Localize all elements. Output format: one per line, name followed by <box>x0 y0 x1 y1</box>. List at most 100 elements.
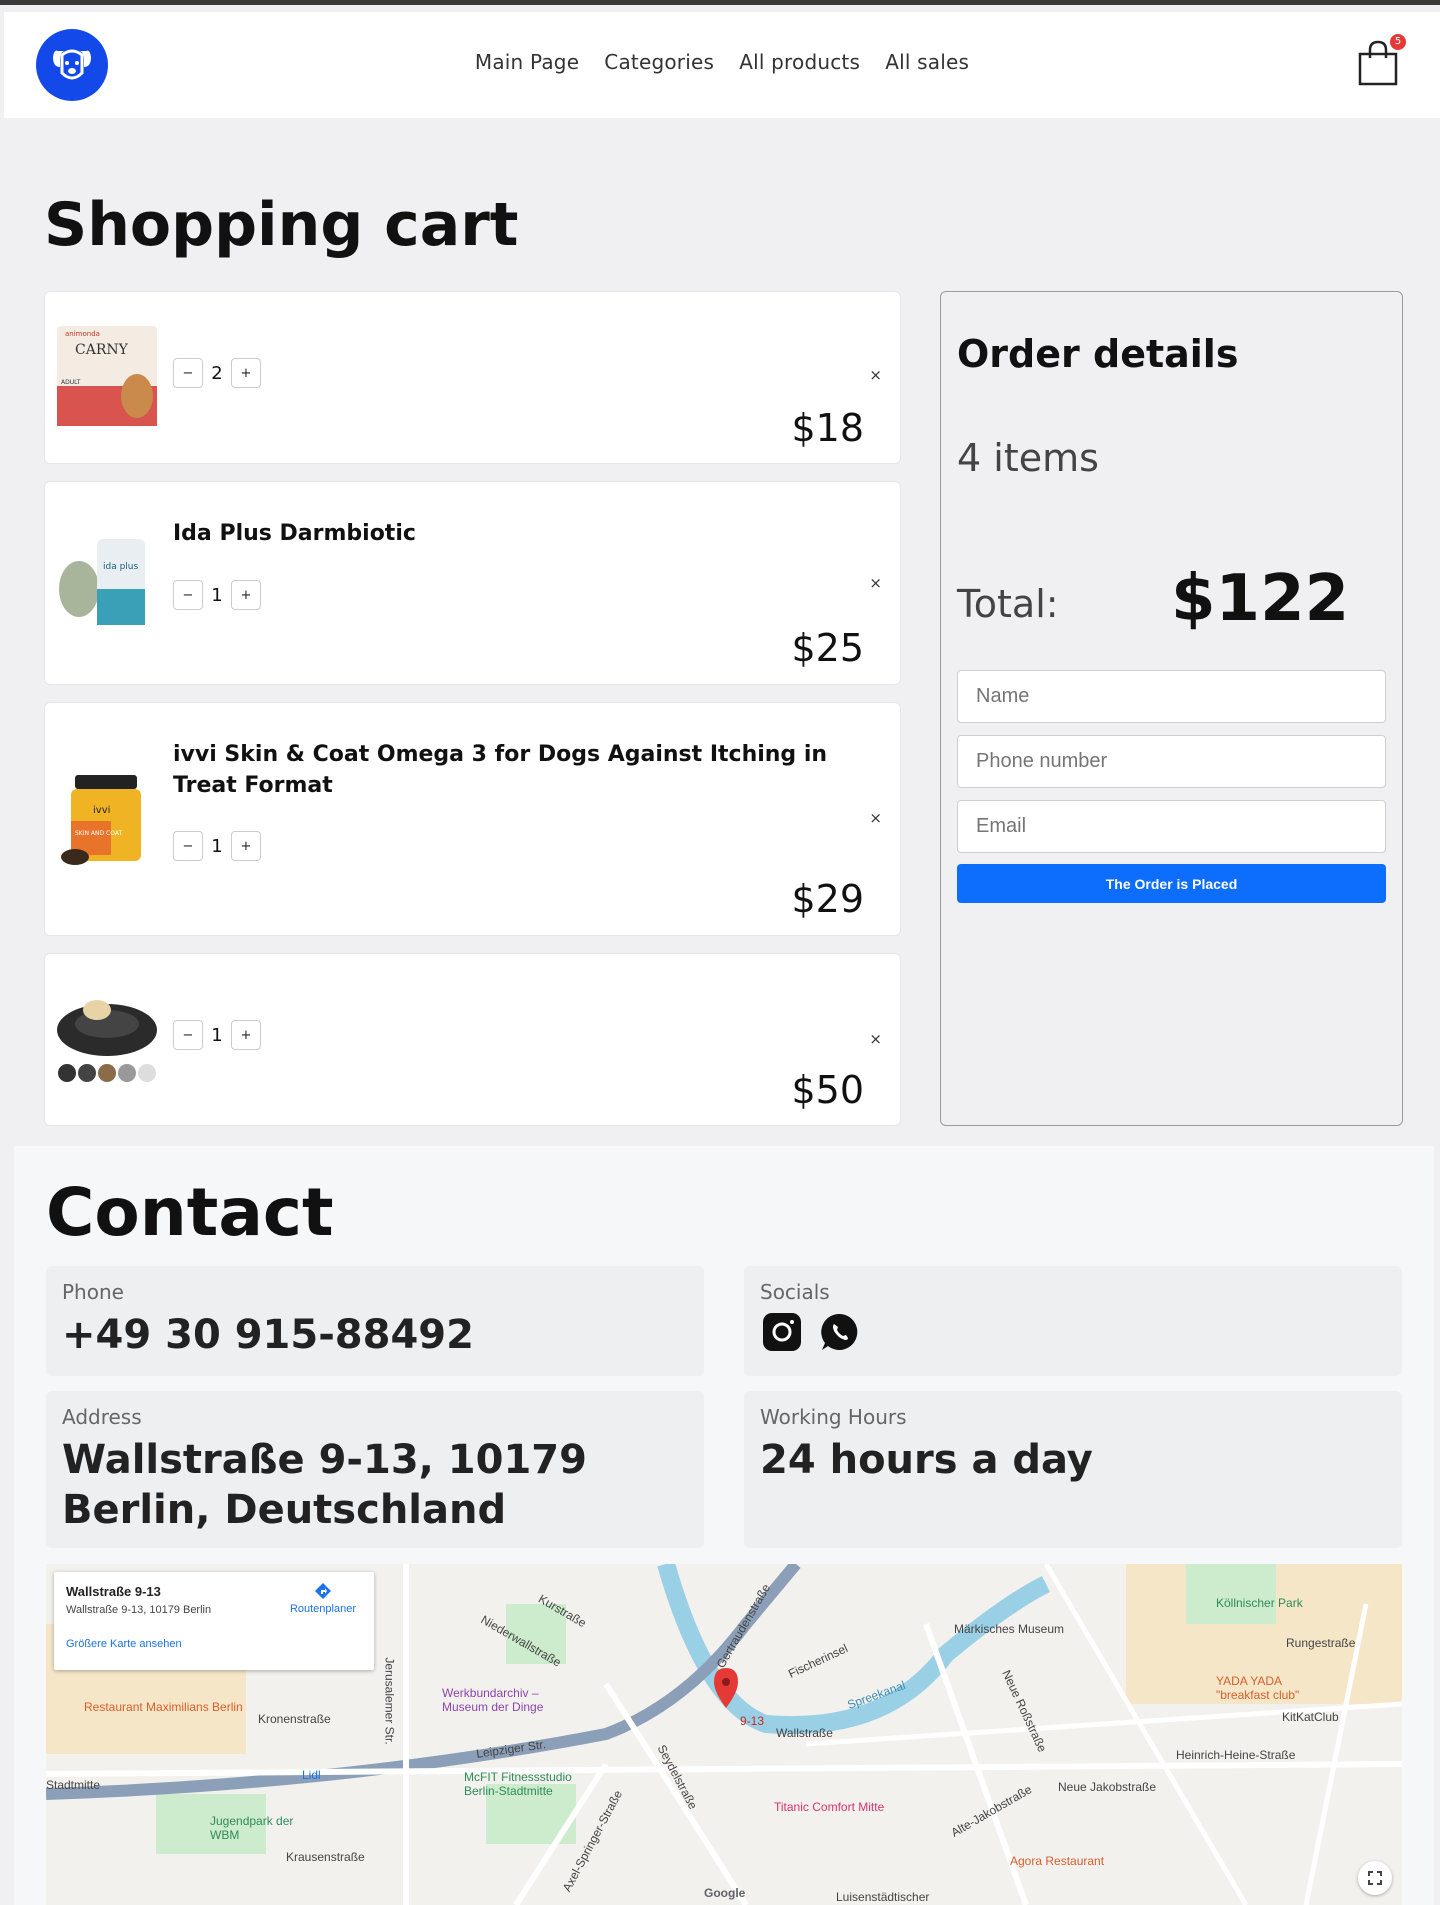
thumb-label: SKIN AND COAT <box>75 830 122 837</box>
google-logo: Google <box>704 1886 746 1900</box>
whatsapp-icon[interactable] <box>820 1312 860 1356</box>
email-input[interactable] <box>957 800 1386 853</box>
map-street-label: Heinrich-Heine-Straße <box>1176 1748 1296 1762</box>
social-icons <box>762 1312 860 1356</box>
place-order-button[interactable]: The Order is Placed <box>957 864 1386 903</box>
contact-section: Contact Phone +49 30 915-88492 Socials A… <box>14 1146 1434 1905</box>
map-pin-label: 9-13 <box>740 1714 765 1728</box>
instagram-icon[interactable] <box>762 1312 802 1356</box>
map-poi-label: Werkbundarchiv – Museum der Dinge <box>442 1686 544 1714</box>
product-image[interactable]: ivvi SKIN AND COAT <box>57 769 157 869</box>
contact-title: Contact <box>46 1174 334 1251</box>
quantity-stepper: − 1 + <box>173 831 261 861</box>
thumb-name: ivvi <box>93 805 110 816</box>
remove-item-button[interactable]: × <box>869 366 882 384</box>
product-image[interactable]: animonda CARNY ADULT <box>57 326 157 426</box>
map-street-label: Jerusalemer Str. <box>382 1657 397 1745</box>
map-station-label: Stadtmitte <box>46 1778 101 1792</box>
cart-item: ida plus Ida Plus Darmbiotic − 1 + × $25 <box>44 481 901 685</box>
map-poi-label: Titanic Comfort Mitte <box>774 1800 885 1814</box>
fullscreen-icon[interactable] <box>1358 1861 1392 1895</box>
phone-card: Phone +49 30 915-88492 <box>46 1266 704 1376</box>
decrease-button[interactable]: − <box>173 1020 203 1050</box>
map-card-title: Wallstraße 9-13 <box>66 1584 161 1599</box>
product-image[interactable]: ida plus <box>57 529 157 629</box>
map-info-card: Wallstraße 9-13 Wallstraße 9-13, 10179 B… <box>54 1572 374 1670</box>
product-name[interactable]: Ida Plus Darmbiotic <box>173 518 853 549</box>
quantity-value: 1 <box>211 1024 223 1046</box>
decrease-button[interactable]: − <box>173 580 203 610</box>
site-header: Main Page Categories All products All sa… <box>4 12 1440 118</box>
decrease-button[interactable]: − <box>173 831 203 861</box>
socials-label: Socials <box>760 1280 830 1304</box>
increase-button[interactable]: + <box>231 358 261 388</box>
cart-item: ivvi SKIN AND COAT ivvi Skin & Coat Omeg… <box>44 702 901 936</box>
map-street-label: Wallstraße <box>776 1726 833 1740</box>
quantity-value: 2 <box>211 362 223 384</box>
map-street-label: Luisenstädtischer <box>836 1890 930 1904</box>
thumb-label: ADULT <box>61 379 81 386</box>
order-title: Order details <box>957 332 1239 376</box>
embedded-map[interactable]: Wallstraße 9-13 Wallstraße 9-13, 10179 B… <box>46 1564 1402 1905</box>
shopping-bag-icon[interactable]: 5 <box>1356 34 1406 86</box>
name-input[interactable] <box>957 670 1386 723</box>
map-poi-label: Restaurant Maximilians Berlin <box>84 1700 243 1714</box>
product-name[interactable]: ivvi Skin & Coat Omega 3 for Dogs Agains… <box>173 739 853 801</box>
address-label: Address <box>62 1405 142 1429</box>
phone-input[interactable] <box>957 735 1386 788</box>
phone-value[interactable]: +49 30 915-88492 <box>62 1310 474 1360</box>
map-poi-label: Lidl <box>302 1768 321 1782</box>
decrease-button[interactable]: − <box>173 358 203 388</box>
increase-button[interactable]: + <box>231 831 261 861</box>
window-top-edge <box>0 0 1440 5</box>
map-street-label: Kronenstraße <box>258 1712 331 1726</box>
increase-button[interactable]: + <box>231 1020 261 1050</box>
order-details-panel: Order details 4 items Total: $122 The Or… <box>940 291 1403 1126</box>
item-price: $29 <box>791 877 864 921</box>
thumb-name: ida plus <box>103 562 139 572</box>
map-poi-label: McFIT Fitnessstudio Berlin-Stadtmitte <box>464 1770 572 1798</box>
quantity-value: 1 <box>211 835 223 857</box>
address-value: Wallstraße 9-13, 10179 Berlin, Deutschla… <box>62 1437 587 1533</box>
map-poi-label: Jugendpark der WBM <box>210 1814 294 1842</box>
nav-all-products[interactable]: All products <box>739 50 860 74</box>
route-planner-label: Routenplaner <box>289 1603 356 1615</box>
address-card: Address Wallstraße 9-13, 10179 Berlin, D… <box>46 1391 704 1548</box>
nav-main-page[interactable]: Main Page <box>475 50 579 74</box>
total-label: Total: <box>957 582 1059 626</box>
thumb-name: CARNY <box>75 342 129 358</box>
total-amount: $122 <box>1171 562 1350 636</box>
quantity-stepper: − 1 + <box>173 580 261 610</box>
map-card-address: Wallstraße 9-13, 10179 Berlin <box>66 1604 212 1616</box>
remove-item-button[interactable]: × <box>869 809 882 827</box>
map-street-label: Krausenstraße <box>286 1850 365 1864</box>
quantity-stepper: − 1 + <box>173 1020 261 1050</box>
socials-card: Socials <box>744 1266 1402 1376</box>
cart-item: animonda CARNY ADULT − 2 + × $18 <box>44 291 901 464</box>
remove-item-button[interactable]: × <box>869 574 882 592</box>
product-image[interactable] <box>57 988 157 1088</box>
map-street-label: Neue Jakobstraße <box>1058 1780 1157 1794</box>
route-planner-button[interactable]: Routenplaner <box>290 1582 356 1615</box>
hours-card: Working Hours 24 hours a day <box>744 1391 1402 1548</box>
hours-label: Working Hours <box>760 1405 907 1429</box>
cart-item: − 1 + × $50 <box>44 953 901 1126</box>
item-price: $50 <box>791 1068 864 1112</box>
map-poi-label: YADA YADA "breakfast club" <box>1216 1674 1300 1702</box>
remove-item-button[interactable]: × <box>869 1030 882 1048</box>
cart-count-badge: 5 <box>1390 34 1406 50</box>
larger-map-link[interactable]: Größere Karte ansehen <box>66 1638 182 1650</box>
directions-icon <box>314 1583 331 1599</box>
quantity-value: 1 <box>211 584 223 606</box>
map-poi-label: KitKatClub <box>1282 1710 1339 1724</box>
main-nav: Main Page Categories All products All sa… <box>4 50 1440 74</box>
map-poi-label: Köllnischer Park <box>1216 1596 1303 1610</box>
page-title: Shopping cart <box>44 190 519 260</box>
item-price: $18 <box>791 406 864 450</box>
nav-categories[interactable]: Categories <box>604 50 714 74</box>
quantity-stepper: − 2 + <box>173 358 261 388</box>
increase-button[interactable]: + <box>231 580 261 610</box>
thumb-brand: animonda <box>65 330 100 338</box>
order-item-count: 4 items <box>957 436 1099 480</box>
nav-all-sales[interactable]: All sales <box>885 50 969 74</box>
